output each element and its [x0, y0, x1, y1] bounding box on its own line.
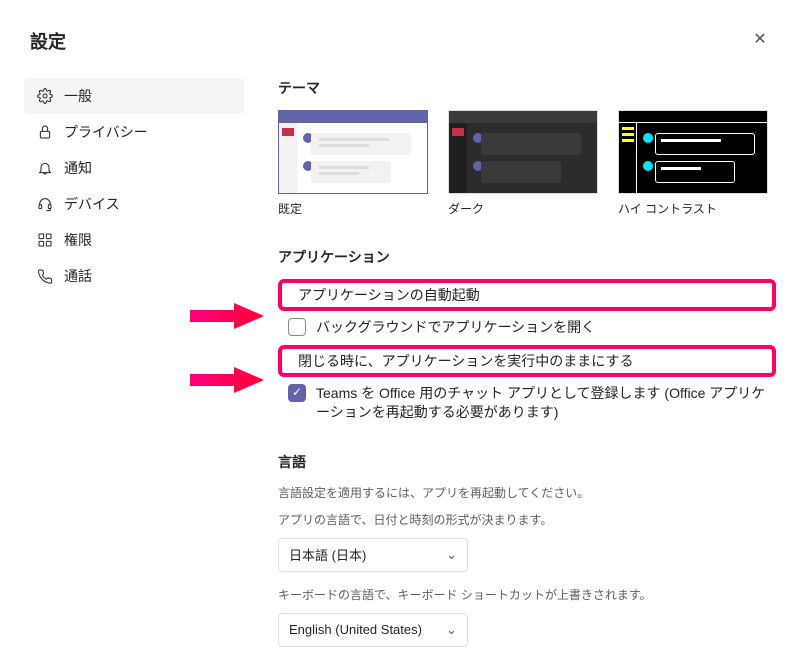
theme-option-high-contrast[interactable]: ハイ コントラスト: [618, 110, 768, 217]
keyboard-language-select[interactable]: English (United States) ⌄: [278, 613, 468, 647]
headset-icon: [36, 195, 54, 213]
dropdown-value: English (United States): [289, 622, 422, 637]
settings-main: テーマ 既定 ダーク: [278, 78, 776, 661]
sidebar-item-label: デバイス: [64, 194, 120, 214]
sidebar-item-label: 通知: [64, 158, 92, 178]
checkbox-row-auto-start[interactable]: アプリケーションの自動起動: [278, 279, 776, 311]
checkbox-label: バックグラウンドでアプリケーションを開く: [316, 318, 595, 338]
gear-icon: [36, 87, 54, 105]
theme-preview: [618, 110, 768, 194]
checkbox-label: 閉じる時に、アプリケーションを実行中のままにする: [298, 351, 633, 371]
apps-icon: [36, 231, 54, 249]
close-button[interactable]: ✕: [750, 30, 770, 50]
language-section-title: 言語: [278, 452, 776, 472]
dropdown-value: 日本語 (日本): [289, 545, 366, 564]
app-language-select[interactable]: 日本語 (日本) ⌄: [278, 538, 468, 572]
checkbox-row-open-background[interactable]: バックグラウンドでアプリケーションを開く: [278, 313, 776, 343]
theme-preview: [448, 110, 598, 194]
settings-dialog: 設定 ✕ 一般 プライバシー 通知 デバイス: [0, 0, 800, 637]
theme-option-default[interactable]: 既定: [278, 110, 428, 217]
chevron-down-icon: ⌄: [446, 622, 457, 638]
phone-icon: [36, 267, 54, 285]
theme-options: 既定 ダーク ハイ コントラスト: [278, 110, 776, 217]
sidebar-item-label: 通話: [64, 266, 92, 286]
sidebar-item-label: 権限: [64, 230, 92, 250]
checkbox-row-keep-running[interactable]: 閉じる時に、アプリケーションを実行中のままにする: [278, 345, 776, 377]
sidebar-item-devices[interactable]: デバイス: [24, 186, 244, 222]
page-title: 設定: [30, 28, 66, 54]
application-section-title: アプリケーション: [278, 247, 776, 267]
checkbox-checked-icon[interactable]: ✓: [288, 384, 306, 402]
sidebar-item-label: 一般: [64, 86, 92, 106]
checkbox-label: Teams を Office 用のチャット アプリとして登録します (Offic…: [316, 384, 766, 423]
theme-label: 既定: [278, 200, 428, 217]
keyboard-language-note: キーボードの言語で、キーボード ショートカットが上書きされます。: [278, 586, 776, 603]
checkbox-icon[interactable]: [288, 318, 306, 336]
theme-preview: [278, 110, 428, 194]
annotation-arrow-icon: [190, 367, 264, 393]
application-options: アプリケーションの自動起動 バックグラウンドでアプリケーションを開く 閉じる時に…: [278, 279, 776, 428]
theme-label: ハイ コントラスト: [618, 200, 768, 217]
checkbox-label: アプリケーションの自動起動: [298, 285, 480, 305]
bell-icon: [36, 159, 54, 177]
sidebar-item-calls[interactable]: 通話: [24, 258, 244, 294]
checkbox-row-register-office[interactable]: ✓ Teams を Office 用のチャット アプリとして登録します (Off…: [278, 379, 776, 428]
language-restart-note: 言語設定を適用するには、アプリを再起動してください。: [278, 484, 776, 501]
lock-icon: [36, 123, 54, 141]
theme-label: ダーク: [448, 200, 598, 217]
sidebar-item-notifications[interactable]: 通知: [24, 150, 244, 186]
chevron-down-icon: ⌄: [446, 547, 457, 563]
sidebar-item-privacy[interactable]: プライバシー: [24, 114, 244, 150]
app-language-note: アプリの言語で、日付と時刻の形式が決まります。: [278, 511, 776, 528]
sidebar-item-general[interactable]: 一般: [24, 78, 244, 114]
sidebar-item-permissions[interactable]: 権限: [24, 222, 244, 258]
annotation-arrow-icon: [190, 303, 264, 329]
theme-section-title: テーマ: [278, 78, 776, 98]
sidebar-item-label: プライバシー: [64, 122, 148, 142]
settings-sidebar: 一般 プライバシー 通知 デバイス 権限: [24, 78, 244, 294]
theme-option-dark[interactable]: ダーク: [448, 110, 598, 217]
